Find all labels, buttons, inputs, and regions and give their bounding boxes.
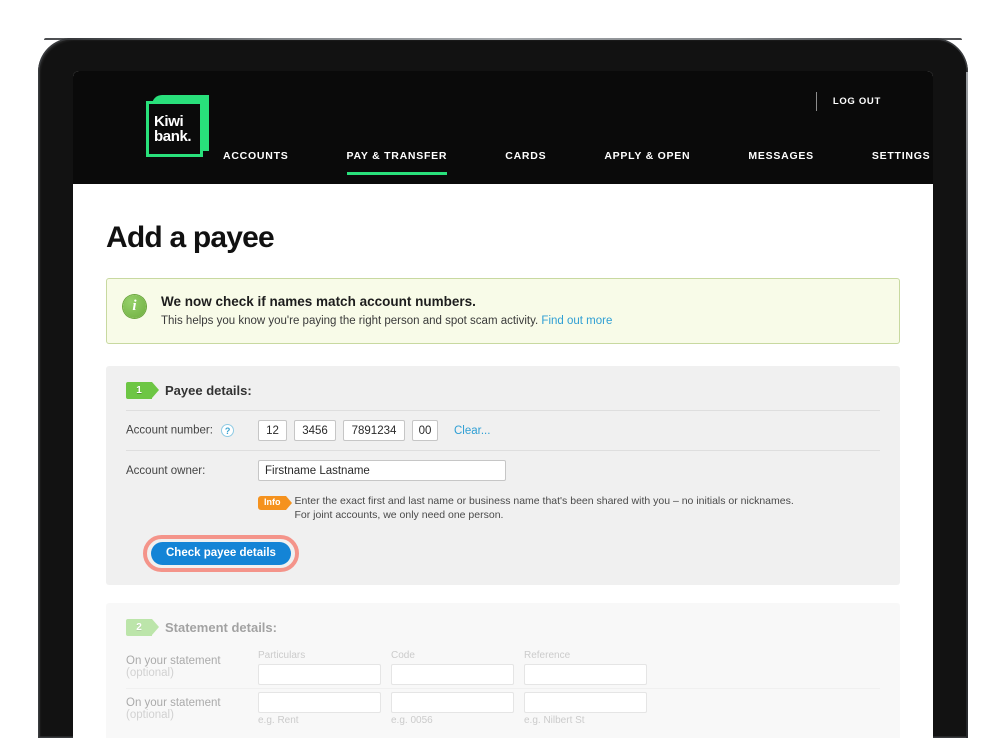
clear-account-number-link[interactable]: Clear... [454, 425, 490, 437]
account-suffix-input[interactable] [412, 420, 438, 441]
browser-screen: LOG OUT Kiwi bank. ACCOUNTS PAY & TRANSF… [73, 71, 933, 738]
logo-line-1: Kiwi [154, 112, 184, 130]
reference-hint: e.g. Nilbert St [524, 714, 585, 726]
check-payee-details-button[interactable]: Check payee details [151, 541, 291, 565]
nav-item-apply-open[interactable]: APPLY & OPEN [604, 150, 690, 175]
nav-item-cards[interactable]: CARDS [505, 150, 546, 175]
payee-details-title: Payee details: [165, 383, 252, 398]
kiwibank-logo[interactable]: Kiwi bank. [146, 95, 209, 157]
account-bank-input[interactable] [258, 420, 287, 441]
nav-item-settings[interactable]: SETTINGS [872, 150, 931, 175]
step-badge-2: 2 [126, 618, 159, 636]
account-branch-input[interactable] [294, 420, 336, 441]
info-note-line-2: For joint accounts, we only need one per… [294, 508, 504, 521]
code-input-1[interactable] [391, 663, 514, 685]
statement-details-title: Statement details: [165, 619, 277, 635]
step-badge-1: 1 [126, 382, 159, 399]
statement-row-2-fields: e.g. Rent e.g. 0056 e.g. Nilbert St [258, 691, 647, 727]
statement-row-1-fields: Particulars Code Reference [258, 650, 647, 685]
notice-text: We now check if names match account numb… [161, 294, 612, 327]
page-content: Add a payee i We now check if names matc… [73, 221, 933, 738]
payee-details-card: 1 Payee details: Account number: ? Clear… [106, 366, 900, 585]
account-number-row: Account number: ? Clear... [126, 410, 880, 450]
statement-row-1-label: On your statement (optional) [126, 655, 258, 679]
statement-row-2: On your statement (optional) e.g. Rent e… [126, 687, 880, 730]
statement-col-reference-2: e.g. Nilbert St [524, 691, 647, 727]
info-badge: Info [258, 496, 291, 511]
nav-item-pay-transfer[interactable]: PAY & TRANSFER [346, 150, 448, 175]
statement-details-header: 2 Statement details: [126, 618, 880, 647]
account-owner-label: Account owner: [126, 464, 206, 477]
statement-row-2-label-text: On your statement [126, 697, 221, 710]
reference-input-2[interactable] [524, 691, 647, 713]
account-number-fields: Clear... [258, 420, 490, 441]
statement-row-2-optional: (optional) [126, 709, 174, 722]
particulars-input-2[interactable] [258, 691, 381, 713]
statement-row-1-optional: (optional) [126, 667, 174, 680]
statement-details-card: 2 Statement details: On your statement (… [106, 602, 900, 738]
code-input-2[interactable] [391, 691, 514, 713]
statement-row-2-label: On your statement (optional) [126, 697, 258, 721]
statement-col-particulars: Particulars [258, 650, 381, 685]
particulars-input-1[interactable] [258, 663, 381, 685]
payee-details-header: 1 Payee details: [126, 382, 880, 410]
logo-wordmark: Kiwi bank. [146, 101, 203, 157]
header-divider [815, 92, 817, 111]
statement-col-particulars-2: e.g. Rent [258, 691, 381, 727]
column-header-reference: Reference [524, 649, 571, 661]
account-owner-input[interactable] [258, 460, 506, 481]
account-number-label-wrap: Account number: ? [126, 424, 258, 437]
info-note-line-1: Enter the exact first and last name or b… [294, 495, 794, 507]
question-mark-icon[interactable]: ? [221, 424, 235, 437]
site-header: LOG OUT Kiwi bank. ACCOUNTS PAY & TRANSF… [73, 71, 933, 184]
account-owner-info-note: Info Enter the exact first and last name… [126, 490, 880, 525]
nav-item-messages[interactable]: MESSAGES [748, 150, 814, 175]
device-frame: LOG OUT Kiwi bank. ACCOUNTS PAY & TRANSF… [38, 38, 968, 738]
info-circle-icon: i [123, 295, 146, 318]
logo-line-2: bank. [154, 128, 192, 145]
account-number-label: Account number: [126, 424, 213, 437]
notice-body-text: This helps you know you're paying the ri… [161, 315, 539, 327]
column-header-code: Code [391, 649, 415, 661]
statement-col-reference: Reference [524, 650, 647, 685]
statement-row-1-label-text: On your statement [126, 655, 221, 668]
statement-row-1: On your statement (optional) Particulars… [126, 647, 880, 688]
check-payee-button-wrap: Check payee details [143, 534, 299, 572]
statement-col-code: Code [391, 650, 514, 685]
info-note-text: Enter the exact first and last name or b… [295, 495, 794, 523]
find-out-more-link[interactable]: Find out more [541, 315, 612, 327]
account-owner-row: Account owner: [126, 450, 880, 490]
logout-button[interactable]: LOG OUT [833, 96, 881, 107]
name-check-notice: i We now check if names match account nu… [106, 278, 900, 344]
reference-input-1[interactable] [524, 663, 647, 685]
code-hint: e.g. 0056 [391, 714, 433, 726]
particulars-hint: e.g. Rent [258, 714, 299, 726]
notice-body: This helps you know you're paying the ri… [161, 315, 612, 327]
statement-col-code-2: e.g. 0056 [391, 691, 514, 727]
notice-title: We now check if names match account numb… [161, 294, 476, 309]
logout-area: LOG OUT [815, 92, 881, 111]
account-number-input[interactable] [343, 420, 405, 441]
nav-item-accounts[interactable]: ACCOUNTS [223, 150, 289, 175]
column-header-particulars: Particulars [258, 649, 306, 661]
page-title: Add a payee [106, 221, 275, 254]
main-navigation: ACCOUNTS PAY & TRANSFER CARDS APPLY & OP… [73, 150, 933, 184]
